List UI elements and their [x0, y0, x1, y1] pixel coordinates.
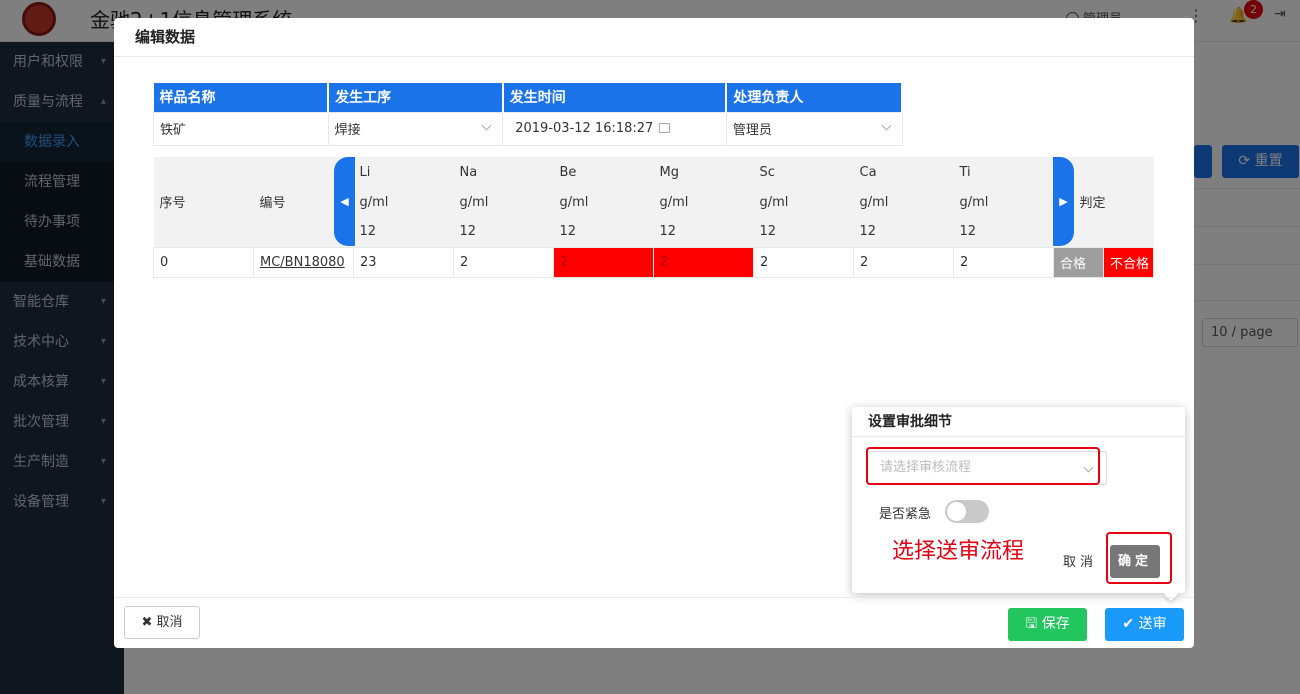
- element-standard: 12: [459, 224, 477, 240]
- header-seq: 序号: [159, 196, 186, 212]
- popover-confirm-button[interactable]: 确定: [1110, 545, 1160, 578]
- element-unit: g/ml: [959, 194, 989, 210]
- value-cell-out-of-range[interactable]: 2: [553, 246, 654, 278]
- urgent-toggle[interactable]: [945, 500, 989, 523]
- element-standard: 12: [559, 224, 577, 240]
- value-cell[interactable]: 2: [753, 246, 854, 278]
- time-value: 2019-03-12 16:18:27: [515, 121, 654, 136]
- element-name: Ti: [959, 164, 971, 180]
- process-select[interactable]: 焊接: [327, 111, 504, 146]
- cancel-button[interactable]: ✖ 取消: [124, 606, 200, 639]
- approval-popover: 设置审批细节 请选择审核流程 是否紧急 选择送审流程 取消 确定: [852, 407, 1185, 602]
- process-select-value: 焊接: [334, 123, 361, 138]
- popover-title: 设置审批细节: [852, 407, 1185, 437]
- calendar-icon: [659, 123, 671, 133]
- modal-title: 编辑数据: [114, 18, 1194, 57]
- element-name: Na: [459, 164, 478, 180]
- value-cell[interactable]: 2: [453, 246, 554, 278]
- element-unit: g/ml: [459, 194, 489, 210]
- element-name: Ca: [859, 164, 877, 180]
- element-unit: g/ml: [659, 194, 689, 210]
- value-cell[interactable]: 2: [853, 246, 954, 278]
- save-icon: 🖫: [1025, 616, 1042, 632]
- owner-select-value: 管理员: [732, 123, 772, 138]
- header-process: 发生工序: [328, 83, 504, 112]
- header-time: 发生时间: [502, 83, 728, 112]
- element-unit: g/ml: [359, 194, 389, 210]
- chevron-down-icon: [881, 120, 891, 130]
- submit-label: 送审: [1138, 616, 1167, 632]
- save-button[interactable]: 🖫 保存: [1008, 608, 1087, 641]
- urgent-label: 是否紧急: [879, 507, 932, 522]
- cancel-label: 取消: [156, 615, 183, 630]
- element-unit: g/ml: [859, 194, 889, 210]
- element-standard: 12: [859, 224, 877, 240]
- scroll-left-icon[interactable]: ◀: [334, 157, 355, 246]
- popover-cancel-button[interactable]: 取消: [1063, 551, 1097, 570]
- close-icon: ✖: [141, 615, 157, 630]
- save-label: 保存: [1041, 616, 1070, 632]
- row-code: MC/BN18080: [260, 254, 345, 270]
- value-cell[interactable]: 2: [953, 246, 1054, 278]
- measurement-table: 序号 编号 Li Na Be Mg Sc Ca Ti 判定 g/ml g/ml …: [153, 157, 1154, 278]
- owner-select[interactable]: 管理员: [725, 111, 903, 146]
- toggle-knob: [947, 502, 966, 521]
- element-name: Sc: [759, 164, 775, 180]
- element-unit: g/ml: [759, 194, 789, 210]
- header-owner: 处理负责人: [726, 83, 903, 112]
- element-standard: 12: [659, 224, 677, 240]
- element-name: Be: [559, 164, 577, 180]
- sample-info-table: 样品名称 发生工序 发生时间 处理负责人 铁矿 焊接 2019-03-12 16…: [153, 83, 903, 146]
- element-name: Mg: [659, 164, 679, 180]
- chevron-down-icon: [481, 120, 492, 130]
- verdict-fail[interactable]: 不合格: [1103, 246, 1154, 278]
- check-icon: ✔: [1122, 616, 1139, 632]
- submit-review-button[interactable]: ✔ 送审: [1105, 608, 1184, 641]
- time-picker[interactable]: 2019-03-12 16:18:27: [502, 111, 727, 146]
- value-cell-out-of-range[interactable]: 2: [653, 246, 754, 278]
- scroll-right-icon[interactable]: ▶: [1053, 157, 1074, 246]
- header-sample-name: 样品名称: [153, 83, 330, 112]
- element-unit: g/ml: [559, 194, 589, 210]
- edit-data-modal: 编辑数据 样品名称 发生工序 发生时间 处理负责人 铁矿 焊接 2019-03-…: [114, 18, 1194, 648]
- element-standard: 12: [359, 224, 377, 240]
- table-row: 0 MC/BN18080 23 2 2 2 2 2 2 合格 不合格: [153, 246, 1154, 278]
- highlight-box: [866, 447, 1100, 485]
- element-name: Li: [359, 164, 371, 180]
- verdict-pass[interactable]: 合格: [1053, 246, 1104, 278]
- modal-footer: ✖ 取消 🖫 保存 ✔ 送审: [114, 597, 1194, 648]
- element-standard: 12: [959, 224, 977, 240]
- row-seq: 0: [153, 246, 254, 278]
- annotation-text: 选择送审流程: [892, 539, 1025, 564]
- row-code-link[interactable]: MC/BN18080: [253, 246, 354, 278]
- sample-name-value: 铁矿: [153, 111, 329, 146]
- value-cell[interactable]: 23: [353, 246, 454, 278]
- element-standard: 12: [759, 224, 777, 240]
